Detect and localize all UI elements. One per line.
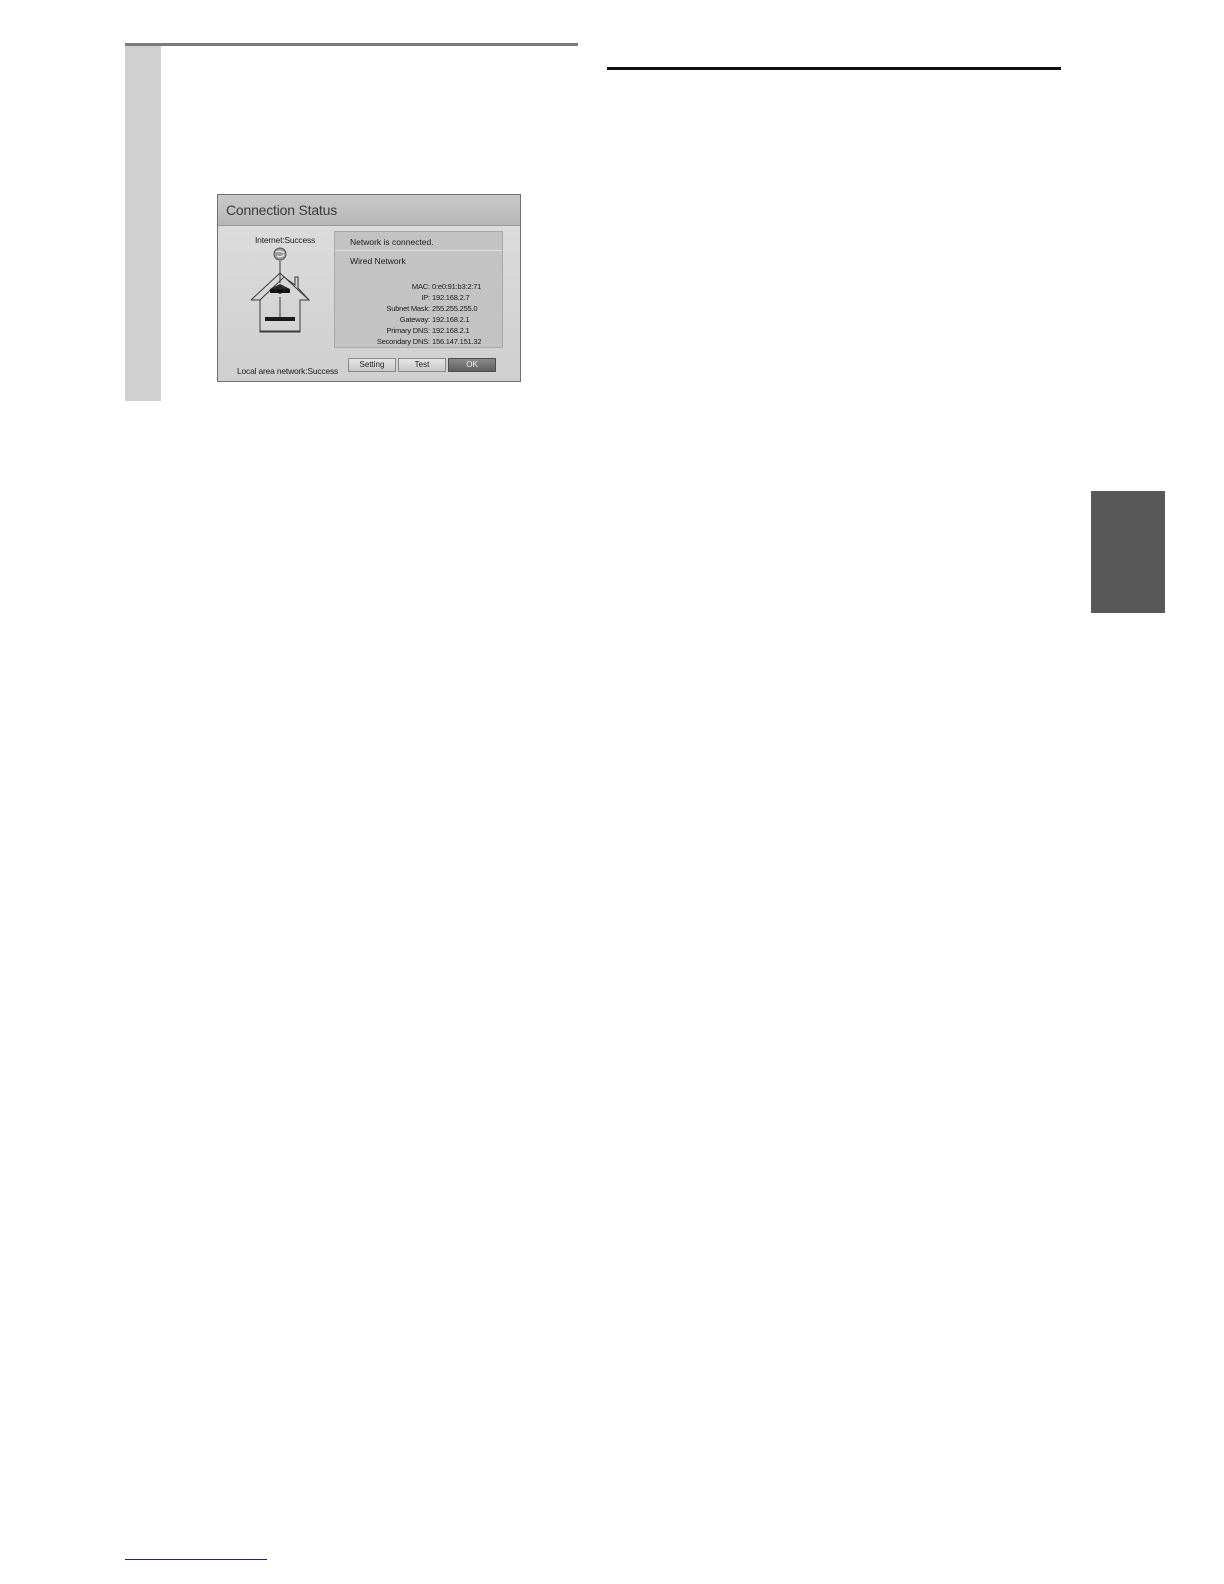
- info-row-mac: MAC:0:e0:91:b3:2:71: [335, 282, 502, 293]
- top-rule-right: [607, 67, 1061, 70]
- info-key: Subnet Mask: [386, 304, 428, 313]
- info-row-ip: IP:192.168.2.7: [335, 293, 502, 304]
- internet-status-label: Internet:Success: [255, 235, 316, 245]
- dialog-title: Connection Status: [226, 202, 338, 218]
- footer-rule: [125, 1559, 267, 1560]
- info-value: 192.168.2.1: [432, 326, 470, 335]
- info-separator: :: [428, 337, 431, 346]
- info-separator: :: [428, 315, 431, 324]
- section-margin-bar: [125, 46, 161, 401]
- chapter-side-tab: [1091, 491, 1165, 613]
- network-type: Wired Network: [350, 256, 406, 266]
- globe-icon: [273, 247, 287, 261]
- ok-button[interactable]: OK: [448, 358, 496, 372]
- info-separator: :: [428, 293, 431, 302]
- status-text: Network is connected.: [350, 237, 434, 247]
- setting-button[interactable]: Setting: [348, 358, 396, 372]
- connection-info-panel: Network is connected. Wired Network MAC:…: [334, 231, 503, 348]
- info-row-subnet-mask: Subnet Mask:255.255.255.0: [335, 304, 502, 315]
- info-separator: :: [428, 304, 431, 313]
- info-value: 255.255.255.0: [432, 304, 478, 313]
- top-rule-left: [125, 43, 578, 46]
- info-key: Gateway: [399, 315, 428, 324]
- network-diagram: Internet:Success Local area network:Succ…: [218, 225, 338, 381]
- test-button[interactable]: Test: [398, 358, 446, 372]
- info-value: 192.168.2.1: [432, 315, 470, 324]
- status-line: Network is connected.: [335, 232, 502, 251]
- lan-status-label: Local area network:Success: [237, 366, 339, 376]
- info-key: IP: [421, 293, 428, 302]
- info-value: 156.147.151.32: [432, 337, 482, 346]
- connection-status-dialog: Connection Status Internet:Success Local…: [217, 194, 521, 382]
- info-row-primary-dns: Primary DNS:192.168.2.1: [335, 326, 502, 337]
- info-key: Primary DNS: [386, 326, 428, 335]
- info-value: 0:e0:91:b3:2:71: [432, 282, 482, 291]
- info-separator: :: [428, 282, 431, 291]
- info-row-secondary-dns: Secondary DNS:156.147.151.32: [335, 337, 502, 348]
- dialog-title-bar: Connection Status: [218, 195, 520, 226]
- info-key: Secondary DNS: [376, 337, 428, 346]
- info-key: MAC: [411, 282, 428, 291]
- info-row-gateway: Gateway:192.168.2.1: [335, 315, 502, 326]
- info-separator: :: [428, 326, 431, 335]
- info-value: 192.168.2.7: [432, 293, 470, 302]
